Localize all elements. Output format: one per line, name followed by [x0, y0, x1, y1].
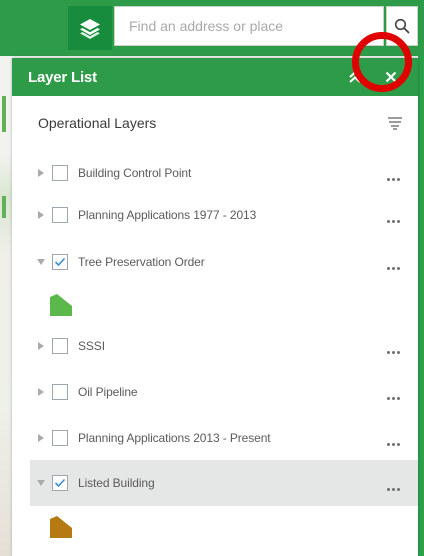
checkmark-icon [54, 478, 66, 488]
layer-checkbox[interactable] [52, 384, 68, 400]
close-icon [385, 71, 397, 83]
expand-arrow[interactable] [36, 210, 46, 220]
layer-row[interactable]: Planning Applications 1977 - 2013 [30, 195, 418, 235]
magnifier-icon [394, 18, 410, 34]
checkmark-icon [54, 257, 66, 267]
map-right-strip [418, 56, 424, 556]
search-input[interactable] [115, 7, 383, 45]
layer-menu-button[interactable] [382, 436, 404, 452]
layer-menu-button[interactable] [382, 260, 404, 276]
layer-row[interactable]: SSSI [30, 326, 418, 366]
layer-row[interactable]: Tree Preservation Order [30, 242, 418, 282]
double-chevron-up-icon [349, 71, 361, 83]
caret-down-icon [37, 480, 45, 486]
map-left-strip [0, 56, 12, 556]
caret-right-icon [38, 211, 44, 219]
layer-menu-button[interactable] [382, 171, 404, 187]
layer-menu-button[interactable] [382, 481, 404, 497]
map-feature [2, 96, 6, 132]
section-title: Operational Layers [38, 115, 157, 131]
filter-list-icon [388, 117, 402, 130]
layer-checkbox[interactable] [52, 254, 68, 270]
collapse-button[interactable] [342, 64, 368, 90]
collapse-arrow[interactable] [36, 478, 46, 488]
operational-layers-header: Operational Layers [12, 96, 418, 150]
layer-row[interactable]: Oil Pipeline [30, 372, 418, 412]
search-button[interactable] [386, 6, 418, 46]
layer-label: Planning Applications 1977 - 2013 [78, 208, 257, 222]
caret-right-icon [38, 169, 44, 177]
expand-arrow[interactable] [36, 387, 46, 397]
layer-checkbox[interactable] [52, 475, 68, 491]
layer-row[interactable]: Planning Applications 2013 - Present [30, 418, 418, 458]
layer-checkbox[interactable] [52, 430, 68, 446]
legend-polygon-green [50, 294, 72, 316]
layer-options-button[interactable] [384, 112, 406, 134]
panel-header: Layer List [12, 58, 418, 96]
caret-right-icon [38, 342, 44, 350]
layer-label: Tree Preservation Order [78, 255, 205, 269]
expand-arrow[interactable] [36, 341, 46, 351]
expand-arrow[interactable] [36, 433, 46, 443]
layers-toggle-button[interactable] [68, 6, 112, 50]
panel-title: Layer List [28, 68, 97, 86]
layer-checkbox[interactable] [52, 338, 68, 354]
layer-menu-button[interactable] [382, 390, 404, 406]
layer-list-panel: Layer List Operational Layers Building C… [12, 58, 418, 556]
layer-label: Planning Applications 2013 - Present [78, 431, 271, 445]
layer-label: SSSI [78, 339, 105, 353]
map-app: Layer List Operational Layers [0, 0, 424, 556]
expand-arrow[interactable] [36, 168, 46, 178]
layer-label: Building Control Point [78, 166, 192, 180]
close-button[interactable] [378, 64, 404, 90]
layer-row[interactable]: Building Control Point [30, 153, 418, 193]
layer-menu-button[interactable] [382, 213, 404, 229]
layer-menu-button[interactable] [382, 344, 404, 360]
layer-label: Listed Building [78, 476, 155, 490]
layer-label: Oil Pipeline [78, 385, 138, 399]
caret-down-icon [37, 259, 45, 265]
caret-right-icon [38, 434, 44, 442]
layer-checkbox[interactable] [52, 207, 68, 223]
caret-right-icon [38, 388, 44, 396]
layer-row-selected[interactable]: Listed Building [30, 460, 418, 506]
layers-stack-icon [80, 19, 100, 39]
map-feature [2, 196, 6, 218]
search-box [114, 6, 384, 46]
legend-polygon-brown [50, 516, 72, 538]
collapse-arrow[interactable] [36, 257, 46, 267]
layer-checkbox[interactable] [52, 165, 68, 181]
